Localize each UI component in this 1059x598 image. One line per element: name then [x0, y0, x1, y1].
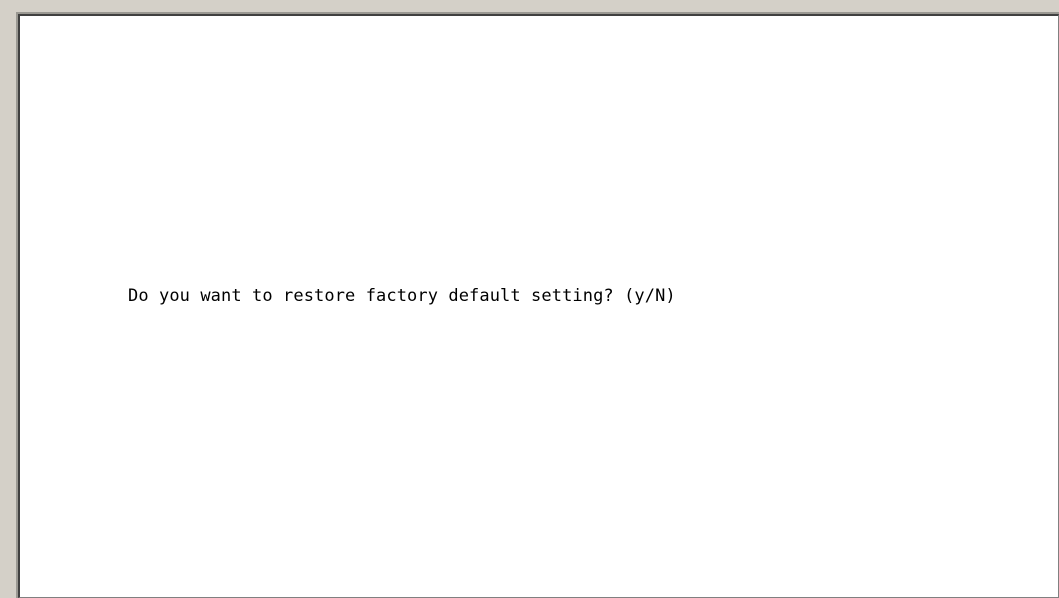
restore-prompt-text: Do you want to restore factory default s… — [128, 286, 676, 306]
terminal-console[interactable]: Do you want to restore factory default s… — [16, 12, 1059, 598]
window-frame: Do you want to restore factory default s… — [0, 0, 1059, 598]
